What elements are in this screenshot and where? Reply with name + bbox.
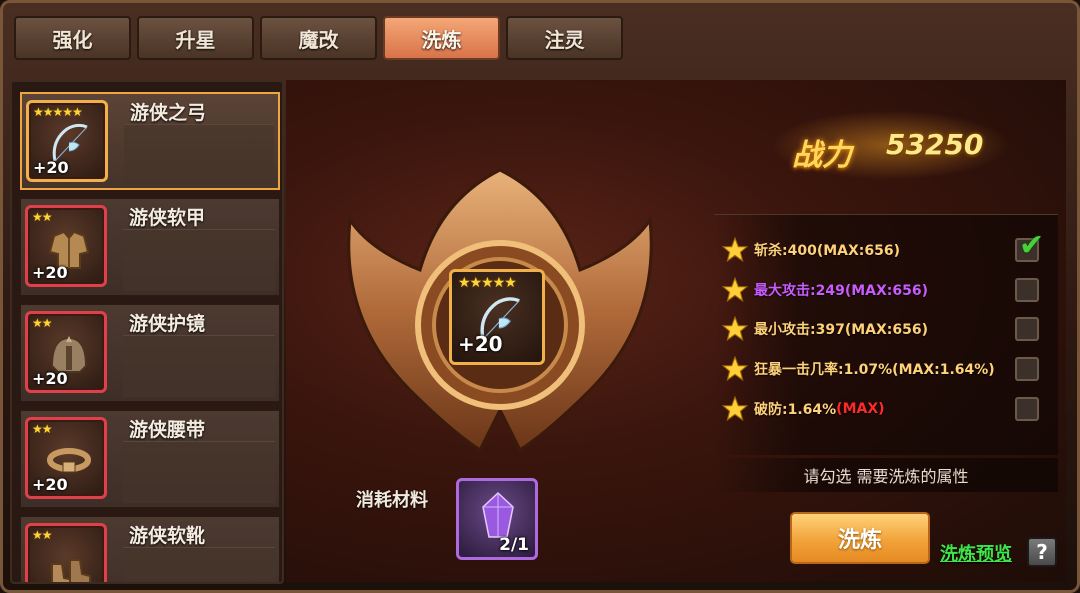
item-detail-area xyxy=(123,442,275,503)
list-item-armor[interactable]: ★★ +20 游侠软甲 xyxy=(20,198,280,296)
item-slot: ★★ +20 xyxy=(25,417,107,499)
equipment-list[interactable]: ★★★★★ +20 游侠之弓 ★★ +20 游侠软甲 ★★ +20 游侠护镜 ★… xyxy=(10,80,284,584)
list-item-helmet[interactable]: ★★ +20 游侠护镜 xyxy=(20,304,280,402)
attribute-row: 狂暴一击几率:1.07%(MAX:1.64%) xyxy=(722,354,995,384)
star-icon xyxy=(722,277,748,303)
attribute-text: 最小攻击:397(MAX:656) xyxy=(754,322,929,338)
enhance-level: +20 xyxy=(32,475,68,494)
item-slot: ★★ xyxy=(25,523,107,582)
attribute-checkbox[interactable]: ✔ xyxy=(1015,228,1044,263)
list-item-bow[interactable]: ★★★★★ +20 游侠之弓 xyxy=(20,92,280,190)
item-detail-area xyxy=(123,548,275,582)
tab-enhance[interactable]: 强化 xyxy=(14,16,131,60)
attribute-text: 斩杀:400(MAX:656) xyxy=(754,243,901,259)
attribute-row: 破防:1.64% (MAX) xyxy=(722,394,885,424)
enhance-level: +20 xyxy=(458,332,503,356)
star-icon xyxy=(722,356,748,382)
star-rating: ★★ xyxy=(32,316,52,330)
item-slot: ★★★★★ +20 xyxy=(26,100,108,182)
star-rating: ★★★★★ xyxy=(458,275,517,291)
enhance-level: +20 xyxy=(33,158,69,177)
item-name: 游侠腰带 xyxy=(129,419,206,441)
attribute-text: 最大攻击:249(MAX:656) xyxy=(754,283,929,299)
item-detail-area xyxy=(123,230,275,291)
refine-button[interactable]: 洗炼 xyxy=(790,512,930,564)
item-name: 游侠软甲 xyxy=(129,207,206,229)
item-slot: ★★ +20 xyxy=(25,205,107,287)
attribute-checkbox[interactable] xyxy=(1015,317,1039,341)
star-rating: ★★ xyxy=(32,528,52,542)
attribute-text: 狂暴一击几率:1.07%(MAX:1.64%) xyxy=(754,362,995,378)
list-item-boots[interactable]: ★★ 游侠软靴 xyxy=(20,516,280,582)
attribute-checkbox[interactable] xyxy=(1015,357,1039,381)
attribute-row: 最小攻击:397(MAX:656) xyxy=(722,314,928,344)
material-label: 消耗材料 xyxy=(356,490,428,511)
star-rating: ★★ xyxy=(32,210,52,224)
tab-star-up[interactable]: 升星 xyxy=(137,16,254,60)
star-rating: ★★★★★ xyxy=(33,105,83,119)
enhance-level: +20 xyxy=(32,263,68,282)
crystal-icon xyxy=(482,491,514,538)
item-name: 游侠护镜 xyxy=(129,313,206,335)
item-name: 游侠软靴 xyxy=(129,525,206,547)
help-button[interactable]: ? xyxy=(1027,537,1057,567)
power-label: 战力 xyxy=(792,138,852,173)
material-count: 2/1 xyxy=(499,535,529,555)
item-detail-area xyxy=(124,125,274,184)
attribute-checkbox[interactable] xyxy=(1015,278,1039,302)
enhance-level: +20 xyxy=(32,369,68,388)
star-rating: ★★ xyxy=(32,422,52,436)
tab-infuse[interactable]: 注灵 xyxy=(506,16,623,60)
star-icon xyxy=(722,316,748,342)
tab-refine[interactable]: 洗炼 xyxy=(383,16,500,60)
star-icon xyxy=(722,237,748,263)
max-flag: (MAX) xyxy=(836,401,885,417)
check-icon: ✔ xyxy=(1019,228,1045,263)
item-slot: ★★ +20 xyxy=(25,311,107,393)
attribute-checkbox[interactable] xyxy=(1015,397,1039,421)
attribute-row: 最大攻击:249(MAX:656) xyxy=(722,275,928,305)
tab-modify[interactable]: 魔改 xyxy=(260,16,377,60)
attribute-text: 破防:1.64% xyxy=(754,402,837,418)
material-slot[interactable]: 2/1 xyxy=(456,478,538,560)
power-value: 53250 xyxy=(886,128,984,161)
selected-item-slot: ★★★★★ +20 xyxy=(449,269,545,365)
list-item-belt[interactable]: ★★ +20 游侠腰带 xyxy=(20,410,280,508)
refine-preview-link[interactable]: 洗炼预览 xyxy=(940,540,1012,566)
boots-icon xyxy=(51,559,91,582)
item-detail-area xyxy=(123,336,275,397)
hint-text: 请勾选 需要洗炼的属性 xyxy=(714,458,1058,492)
star-icon xyxy=(722,396,748,422)
item-name: 游侠之弓 xyxy=(130,102,207,124)
attribute-row: 斩杀:400(MAX:656) xyxy=(722,235,900,265)
tab-bar: 强化 升星 魔改 洗炼 注灵 xyxy=(14,16,623,60)
